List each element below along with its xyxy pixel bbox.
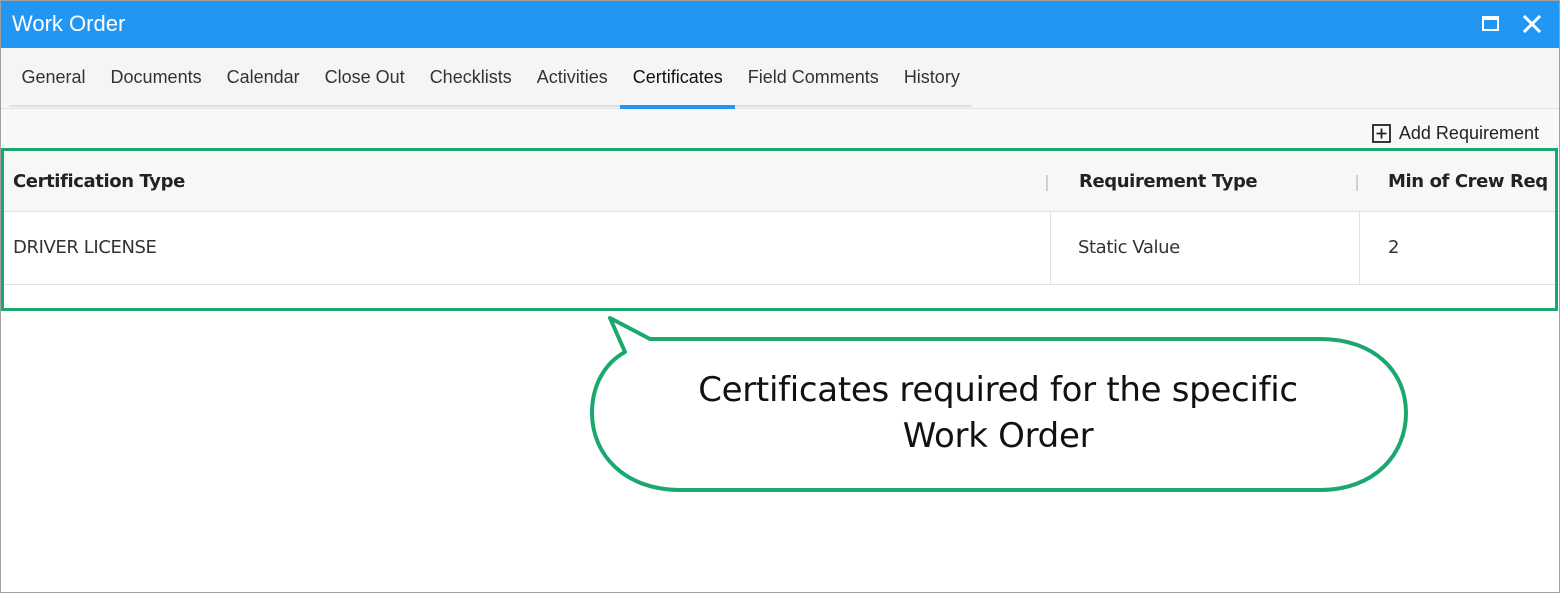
maximize-icon[interactable]: [1479, 12, 1503, 36]
tab-close-out[interactable]: Close Out: [312, 48, 417, 107]
tab-checklists[interactable]: Checklists: [417, 48, 524, 107]
column-divider: [1050, 212, 1051, 284]
tab-list: General Documents Calendar Close Out Che…: [9, 48, 973, 109]
add-requirement-button[interactable]: Add Requirement: [1372, 123, 1539, 144]
cell-min-crew-req: 2: [1388, 237, 1400, 258]
tab-documents[interactable]: Documents: [98, 48, 214, 107]
add-requirement-label: Add Requirement: [1398, 123, 1539, 143]
tab-activities[interactable]: Activities: [524, 48, 620, 107]
work-order-window: Work Order General Documents Calendar Cl…: [0, 0, 1560, 593]
column-resize-handle[interactable]: [1356, 175, 1358, 191]
column-header-min-crew-req[interactable]: Min of Crew Req: [1376, 151, 1548, 212]
window-title: Work Order: [12, 11, 126, 36]
tab-strip: General Documents Calendar Close Out Che…: [1, 48, 1559, 109]
column-divider: [1359, 212, 1360, 284]
grid-toolbar: Add Requirement: [1, 109, 1559, 151]
tab-history[interactable]: History: [891, 48, 972, 107]
title-bar: Work Order: [1, 1, 1559, 48]
column-header-certification-type[interactable]: Certification Type: [1, 151, 185, 212]
tab-certificates[interactable]: Certificates: [620, 48, 736, 109]
cell-requirement-type: Static Value: [1078, 237, 1180, 258]
cell-certification-type: DRIVER LICENSE: [13, 237, 157, 258]
column-resize-handle[interactable]: [1046, 175, 1048, 191]
certificates-grid: Certification Type Requirement Type Min …: [1, 151, 1559, 311]
plus-square-icon: [1372, 124, 1391, 143]
table-row[interactable]: DRIVER LICENSE Static Value 2: [1, 212, 1559, 285]
tab-general[interactable]: General: [9, 48, 98, 107]
close-icon[interactable]: [1520, 12, 1544, 36]
tab-calendar[interactable]: Calendar: [214, 48, 312, 107]
grid-header: Certification Type Requirement Type Min …: [1, 151, 1559, 212]
column-header-requirement-type[interactable]: Requirement Type: [1067, 151, 1258, 212]
tab-field-comments[interactable]: Field Comments: [735, 48, 891, 107]
